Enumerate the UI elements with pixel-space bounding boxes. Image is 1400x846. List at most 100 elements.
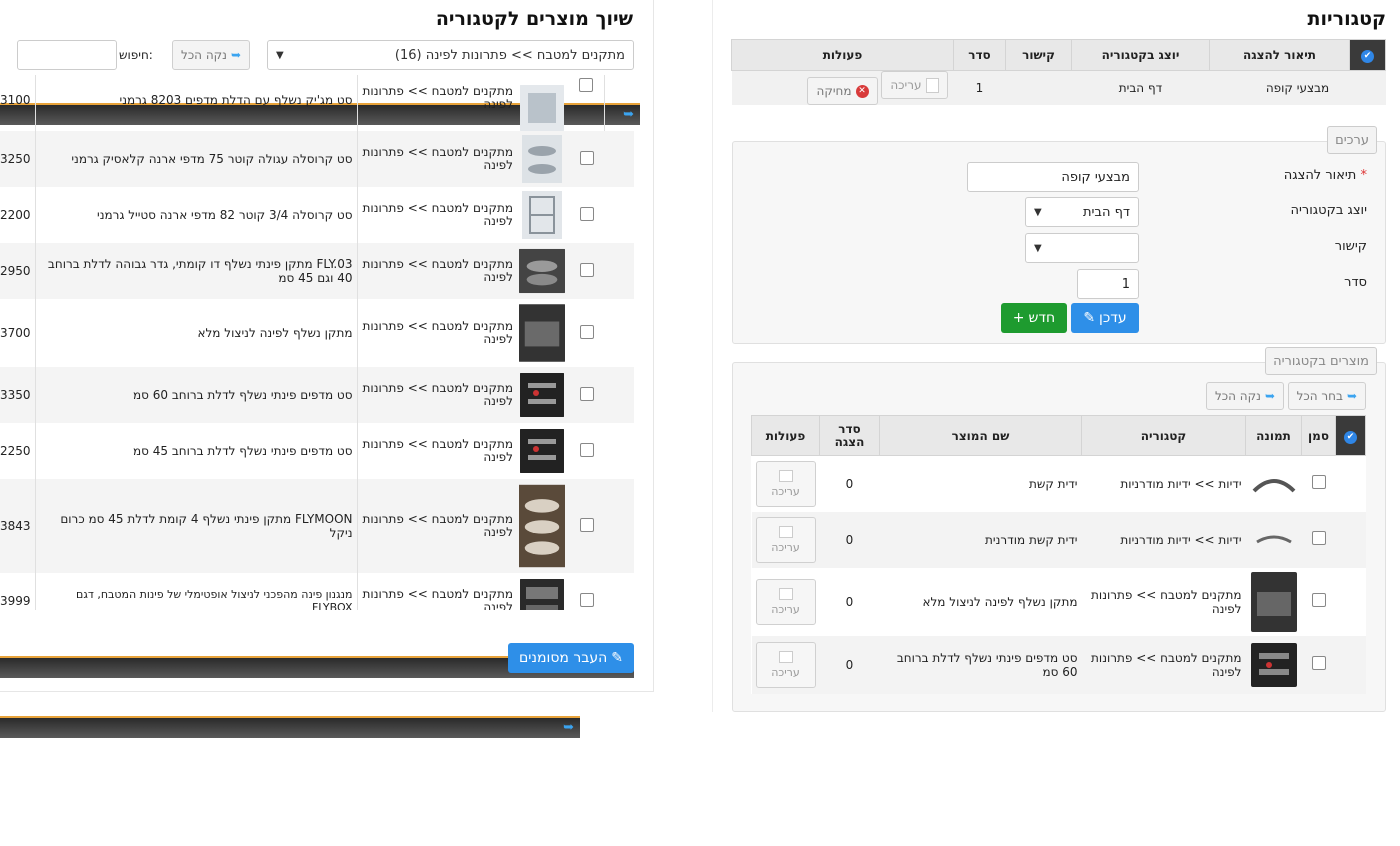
table-row[interactable]: מתקנים למטבח >> פתרונות לפינה סט קרוסלה … <box>0 187 634 243</box>
plus-icon: + <box>1012 310 1025 326</box>
row-checkbox[interactable] <box>579 442 594 457</box>
row-checkbox[interactable] <box>579 324 594 339</box>
table-row[interactable]: מתקנים למטבח >> פתרונות לפינה סט מדפים פ… <box>0 367 634 423</box>
arrow-icon: ➥ <box>1264 389 1275 403</box>
table-row[interactable]: מתקנים למטבח >> פתרונות לפינה מתקן נשלף … <box>0 299 634 367</box>
col-description: תיאור להצגה <box>1209 39 1350 71</box>
product-category: מתקנים למטבח >> פתרונות לפינה <box>362 201 513 228</box>
order-label: סדר <box>1344 275 1367 290</box>
categories-title: קטגוריות <box>1307 8 1386 30</box>
product-name: סט מדפים פינתי נשלף לדלת ברוחב 60 סמ <box>34 367 358 423</box>
col-product-name: שם המוצר <box>879 415 1082 456</box>
table-row[interactable]: מתקנים למטבח >> פתרונות לפינה סט קרוסלה … <box>0 131 634 187</box>
table-row[interactable]: מתקנים למטבח >> פתרונות לפינה סט מג'יק נ… <box>0 75 634 131</box>
product-thumbnail <box>1252 478 1295 493</box>
edit-note-icon: ✎ <box>611 650 624 666</box>
category-edit-button[interactable]: עריכה <box>881 71 948 99</box>
category-filter-select[interactable]: מתקנים למטבח >> פתרונות לפינה (16) ▼ <box>267 40 634 70</box>
row-checkbox[interactable] <box>579 517 594 532</box>
products-select-all[interactable]: ✔ <box>1335 415 1366 456</box>
row-checkbox[interactable] <box>1311 531 1326 545</box>
chevron-down-icon: ▼ <box>1034 242 1042 254</box>
row-checkbox[interactable] <box>579 77 594 92</box>
chevron-down-icon: ▼ <box>1034 206 1042 218</box>
table-row[interactable]: מתקנים למטבח >> פתרונות לפינה סט מדפים פ… <box>751 635 1366 694</box>
product-edit-button[interactable]: עריכה <box>755 578 816 625</box>
table-row[interactable]: מתקנים למטבח >> פתרונות לפינה מנגנון פינ… <box>0 573 634 610</box>
category-products-tab[interactable]: מוצרים בקטגוריה <box>1265 347 1377 375</box>
check-icon: ✔ <box>1361 50 1374 63</box>
table-row[interactable]: מתקנים למטבח >> פתרונות לפינה מתקן נשלף … <box>752 568 1366 636</box>
product-thumbnail <box>520 579 564 610</box>
product-price: 3700 <box>0 326 31 340</box>
update-button[interactable]: ✎ עדכן <box>1071 303 1139 333</box>
row-checkbox[interactable] <box>579 592 594 607</box>
product-thumbnail <box>520 429 564 473</box>
product-thumbnail <box>520 85 564 131</box>
row-checkbox[interactable] <box>579 206 594 221</box>
product-name: סט מדפים פינתי נשלף לדלת ברוחב 60 סמ <box>896 650 1078 679</box>
product-order: 0 <box>845 476 854 491</box>
product-category: ידיות >> ידיות מודרניות <box>1120 532 1242 547</box>
product-thumbnail <box>519 484 565 568</box>
row-checkbox[interactable] <box>1311 593 1326 607</box>
product-category: מתקנים למטבח >> פתרונות לפינה <box>362 84 513 111</box>
table-row[interactable]: ידיות >> ידיות מודרניות ידית קשת מודרנית… <box>751 511 1366 568</box>
edit-icon <box>778 525 793 538</box>
table-row[interactable]: ידיות >> ידיות מודרניות ידית קשת 0 עריכה <box>752 456 1366 512</box>
category-products-footer: ➥ <box>0 716 580 738</box>
product-edit-button[interactable]: עריכה <box>755 641 816 688</box>
description-input[interactable]: מבצעי קופה <box>967 162 1139 192</box>
assign-table-scroll[interactable]: מתקנים למטבח >> פתרונות לפינה סט מג'יק נ… <box>0 75 634 610</box>
transfer-selected-button[interactable]: העבר מסומנים ✎ <box>508 643 634 673</box>
table-row[interactable]: מתקנים למטבח >> פתרונות לפינה FLYMOON מת… <box>0 479 634 573</box>
product-thumbnail <box>1250 571 1297 632</box>
assign-products-table: מתקנים למטבח >> פתרונות לפינה סט מג'יק נ… <box>0 75 634 610</box>
clear-all-button[interactable]: נקה הכל ➥ <box>1205 382 1284 410</box>
search-label: חיפוש: <box>119 48 153 62</box>
category-row[interactable]: מבצעי קופה דף הבית 1 עריכה ✕ מחיקה <box>731 70 1386 105</box>
product-thumbnail <box>522 191 562 239</box>
product-name: ידית קשת <box>1028 476 1078 491</box>
product-name: ידית קשת מודרנית <box>985 532 1078 547</box>
order-input[interactable]: 1 <box>1077 269 1139 299</box>
product-edit-button[interactable]: עריכה <box>755 460 816 507</box>
product-thumbnail <box>519 304 565 362</box>
values-tab[interactable]: ערכים <box>1327 126 1377 154</box>
product-thumbnail <box>1250 642 1297 687</box>
assign-title: שיוך מוצרים לקטגוריה <box>435 8 633 30</box>
row-checkbox[interactable] <box>579 150 594 165</box>
shown-in-select[interactable]: דף הבית ▼ <box>1025 197 1139 227</box>
product-thumbnail <box>1255 535 1292 543</box>
search-input[interactable] <box>17 40 117 70</box>
select-all-checkbox[interactable]: ✔ <box>1349 39 1386 71</box>
link-select[interactable]: ▼ <box>1025 233 1139 263</box>
row-checkbox[interactable] <box>579 386 594 401</box>
row-checkbox[interactable] <box>579 262 594 277</box>
new-button[interactable]: + חדש <box>1001 303 1067 333</box>
product-price: 3100 <box>0 93 31 107</box>
row-checkbox[interactable] <box>1311 656 1326 670</box>
table-row[interactable]: מתקנים למטבח >> פתרונות לפינה FLY.03 מתק… <box>0 243 634 299</box>
edit-icon <box>925 77 939 93</box>
link-label: קישור <box>1334 239 1367 254</box>
check-icon: ✔ <box>1344 430 1357 444</box>
edit-icon <box>778 587 793 600</box>
table-row[interactable]: מתקנים למטבח >> פתרונות לפינה סט מדפים פ… <box>0 423 634 479</box>
col-link: קישור <box>1005 39 1072 71</box>
category-order: 1 <box>975 81 984 95</box>
product-thumbnail <box>522 135 562 183</box>
delete-icon: ✕ <box>855 84 869 98</box>
product-edit-button[interactable]: עריכה <box>755 516 816 563</box>
category-delete-button[interactable]: ✕ מחיקה <box>807 77 878 105</box>
edit-note-icon: ✎ <box>1083 310 1096 326</box>
edit-icon <box>778 650 793 663</box>
chevron-down-icon: ▼ <box>276 49 284 61</box>
product-category: מתקנים למטבח >> פתרונות לפינה <box>362 257 513 284</box>
category-products-table: ✔ סמן תמונה קטגוריה שם המוצר סדר הצגה פע… <box>751 415 1366 694</box>
col-shown-in: יוצג בקטגוריה <box>1071 39 1210 71</box>
product-category: מתקנים למטבח >> פתרונות לפינה <box>1091 650 1242 679</box>
assign-clear-all-button[interactable]: נקה הכל ➥ <box>172 40 251 70</box>
select-all-button[interactable]: בחר הכל ➥ <box>1287 382 1366 410</box>
row-checkbox[interactable] <box>1311 475 1326 490</box>
